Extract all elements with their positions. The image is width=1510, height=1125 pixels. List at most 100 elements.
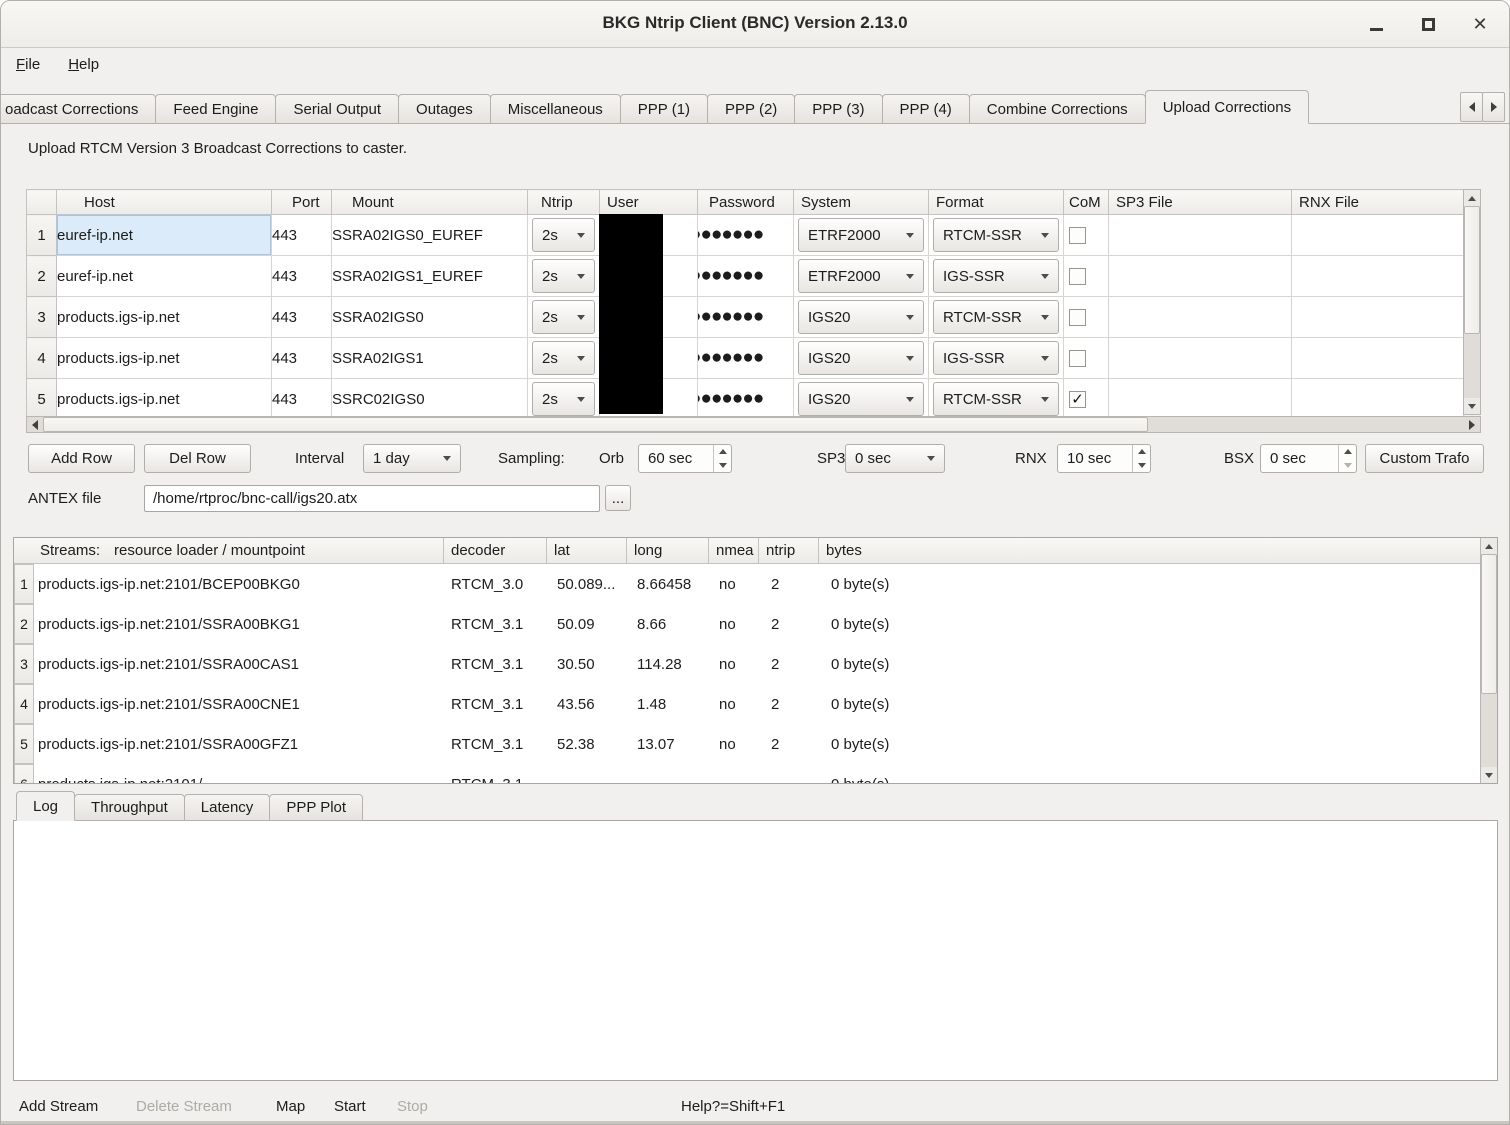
password-cell[interactable]: ●●●●●●● xyxy=(698,379,794,420)
col-header-ntrip[interactable]: ntrip xyxy=(759,538,819,563)
antex-browse-button[interactable]: ... xyxy=(605,485,631,511)
streams-vscrollbar[interactable] xyxy=(1480,538,1497,783)
sp3-file-cell[interactable] xyxy=(1109,256,1292,297)
add-row-button[interactable]: Add Row xyxy=(28,444,135,473)
tab-scroll-left-button[interactable] xyxy=(1460,92,1483,122)
spin-down-button[interactable] xyxy=(1339,459,1356,473)
col-header-rnx-file[interactable]: RNX File xyxy=(1292,190,1464,215)
com-checkbox[interactable] xyxy=(1069,227,1086,244)
rnx-file-cell[interactable] xyxy=(1292,215,1464,256)
sp3-select[interactable]: 0 sec xyxy=(845,444,945,473)
scroll-down-button[interactable] xyxy=(1481,767,1497,783)
tab-broadcast-corrections[interactable]: oadcast Corrections xyxy=(0,94,156,124)
list-item-partial[interactable]: 6 products.igs-ip.net:2101/ RTCM_3.1 0 b… xyxy=(14,764,1480,783)
col-header-lat[interactable]: lat xyxy=(547,538,627,563)
minimize-button[interactable] xyxy=(1365,14,1387,36)
col-header-port[interactable]: Port xyxy=(272,190,332,215)
col-header-system[interactable]: System xyxy=(794,190,929,215)
system-select[interactable]: IGS20 xyxy=(798,382,924,416)
orb-spinner[interactable]: 60 sec xyxy=(638,444,732,473)
list-item[interactable]: 3 products.igs-ip.net:2101/SSRA00CAS1 RT… xyxy=(14,644,1480,684)
col-header-sp3-file[interactable]: SP3 File xyxy=(1109,190,1292,215)
port-cell[interactable]: 443 xyxy=(272,215,332,256)
ntrip-select[interactable]: 2s xyxy=(532,341,595,375)
tab-ppp-plot[interactable]: PPP Plot xyxy=(269,794,363,821)
vscrollbar-track[interactable] xyxy=(1481,694,1497,767)
com-checkbox[interactable] xyxy=(1069,309,1086,326)
menu-file[interactable]: File xyxy=(16,56,40,73)
tab-miscellaneous[interactable]: Miscellaneous xyxy=(490,94,621,124)
vscrollbar-thumb[interactable] xyxy=(1481,554,1497,694)
ntrip-select[interactable]: 2s xyxy=(532,259,595,293)
com-checkbox[interactable]: ✓ xyxy=(1069,391,1086,408)
list-item[interactable]: 5 products.igs-ip.net:2101/SSRA00GFZ1 RT… xyxy=(14,724,1480,764)
format-select[interactable]: RTCM-SSR xyxy=(933,382,1059,416)
col-header-resource[interactable]: Streams:resource loader / mountpoint xyxy=(14,538,444,563)
mount-cell[interactable]: SSRA02IGS0 xyxy=(332,297,528,338)
sp3-file-cell[interactable] xyxy=(1109,338,1292,379)
format-select[interactable]: IGS-SSR xyxy=(933,259,1059,293)
interval-select[interactable]: 1 day xyxy=(363,444,461,473)
upload-table-hscrollbar[interactable] xyxy=(26,416,1481,433)
mount-cell[interactable]: SSRA02IGS1_EUREF xyxy=(332,256,528,297)
system-select[interactable]: ETRF2000 xyxy=(798,259,924,293)
tab-latency[interactable]: Latency xyxy=(184,794,271,821)
tab-ppp-1[interactable]: PPP (1) xyxy=(620,94,708,124)
list-item[interactable]: 1 products.igs-ip.net:2101/BCEP00BKG0 RT… xyxy=(14,564,1480,604)
password-cell[interactable]: ●●●●●●● xyxy=(698,338,794,379)
ntrip-select[interactable]: 2s xyxy=(532,382,595,416)
rnx-file-cell[interactable] xyxy=(1292,256,1464,297)
tab-throughput[interactable]: Throughput xyxy=(74,794,185,821)
scroll-right-button[interactable] xyxy=(1464,417,1480,432)
scroll-left-button[interactable] xyxy=(27,417,43,432)
tab-scroll-right-button[interactable] xyxy=(1482,92,1505,122)
col-header-decoder[interactable]: decoder xyxy=(444,538,547,563)
log-output-area[interactable] xyxy=(13,820,1498,1081)
password-cell[interactable]: ●●●●●●● xyxy=(698,256,794,297)
password-cell[interactable]: ●●●●●●● xyxy=(698,215,794,256)
host-cell[interactable]: products.igs-ip.net xyxy=(57,297,272,338)
tab-upload-corrections[interactable]: Upload Corrections xyxy=(1145,90,1309,124)
col-header-nmea[interactable]: nmea xyxy=(709,538,759,563)
tab-ppp-2[interactable]: PPP (2) xyxy=(707,94,795,124)
bsx-spinner[interactable]: 0 sec xyxy=(1260,444,1357,473)
port-cell[interactable]: 443 xyxy=(272,297,332,338)
host-cell[interactable]: products.igs-ip.net xyxy=(57,379,272,420)
col-header-ntrip[interactable]: Ntrip xyxy=(528,190,600,215)
ntrip-select[interactable]: 2s xyxy=(532,300,595,334)
spin-down-button[interactable] xyxy=(1133,459,1150,473)
tab-combine-corrections[interactable]: Combine Corrections xyxy=(969,94,1146,124)
col-header-host[interactable]: Host xyxy=(57,190,272,215)
ntrip-select[interactable]: 2s xyxy=(532,218,595,252)
menu-help[interactable]: Help xyxy=(68,56,99,73)
spin-up-button[interactable] xyxy=(1133,445,1150,459)
system-select[interactable]: ETRF2000 xyxy=(798,218,924,252)
mount-cell[interactable]: SSRC02IGS0 xyxy=(332,379,528,420)
vscrollbar-thumb[interactable] xyxy=(1464,206,1480,334)
port-cell[interactable]: 443 xyxy=(272,338,332,379)
mount-cell[interactable]: SSRA02IGS1 xyxy=(332,338,528,379)
col-header-mount[interactable]: Mount xyxy=(332,190,528,215)
hscrollbar-thumb[interactable] xyxy=(43,417,1148,432)
spin-up-button[interactable] xyxy=(714,445,731,459)
list-item[interactable]: 2 products.igs-ip.net:2101/SSRA00BKG1 RT… xyxy=(14,604,1480,644)
list-item[interactable]: 4 products.igs-ip.net:2101/SSRA00CNE1 RT… xyxy=(14,684,1480,724)
tab-serial-output[interactable]: Serial Output xyxy=(275,94,399,124)
col-header-user[interactable]: User xyxy=(600,190,698,215)
del-row-button[interactable]: Del Row xyxy=(144,444,251,473)
format-select[interactable]: IGS-SSR xyxy=(933,341,1059,375)
add-stream-button[interactable]: Add Stream xyxy=(19,1098,98,1115)
tab-ppp-3[interactable]: PPP (3) xyxy=(794,94,882,124)
sp3-file-cell[interactable] xyxy=(1109,215,1292,256)
col-header-password[interactable]: Password xyxy=(698,190,794,215)
custom-trafo-button[interactable]: Custom Trafo xyxy=(1365,444,1484,473)
antex-file-input[interactable]: /home/rtproc/bnc-call/igs20.atx xyxy=(144,485,600,512)
port-cell[interactable]: 443 xyxy=(272,256,332,297)
com-checkbox[interactable] xyxy=(1069,268,1086,285)
spin-down-button[interactable] xyxy=(714,459,731,473)
rnx-file-cell[interactable] xyxy=(1292,338,1464,379)
start-button[interactable]: Start xyxy=(334,1098,366,1115)
format-select[interactable]: RTCM-SSR xyxy=(933,300,1059,334)
mount-cell[interactable]: SSRA02IGS0_EUREF xyxy=(332,215,528,256)
close-button[interactable]: ✕ xyxy=(1469,14,1491,36)
